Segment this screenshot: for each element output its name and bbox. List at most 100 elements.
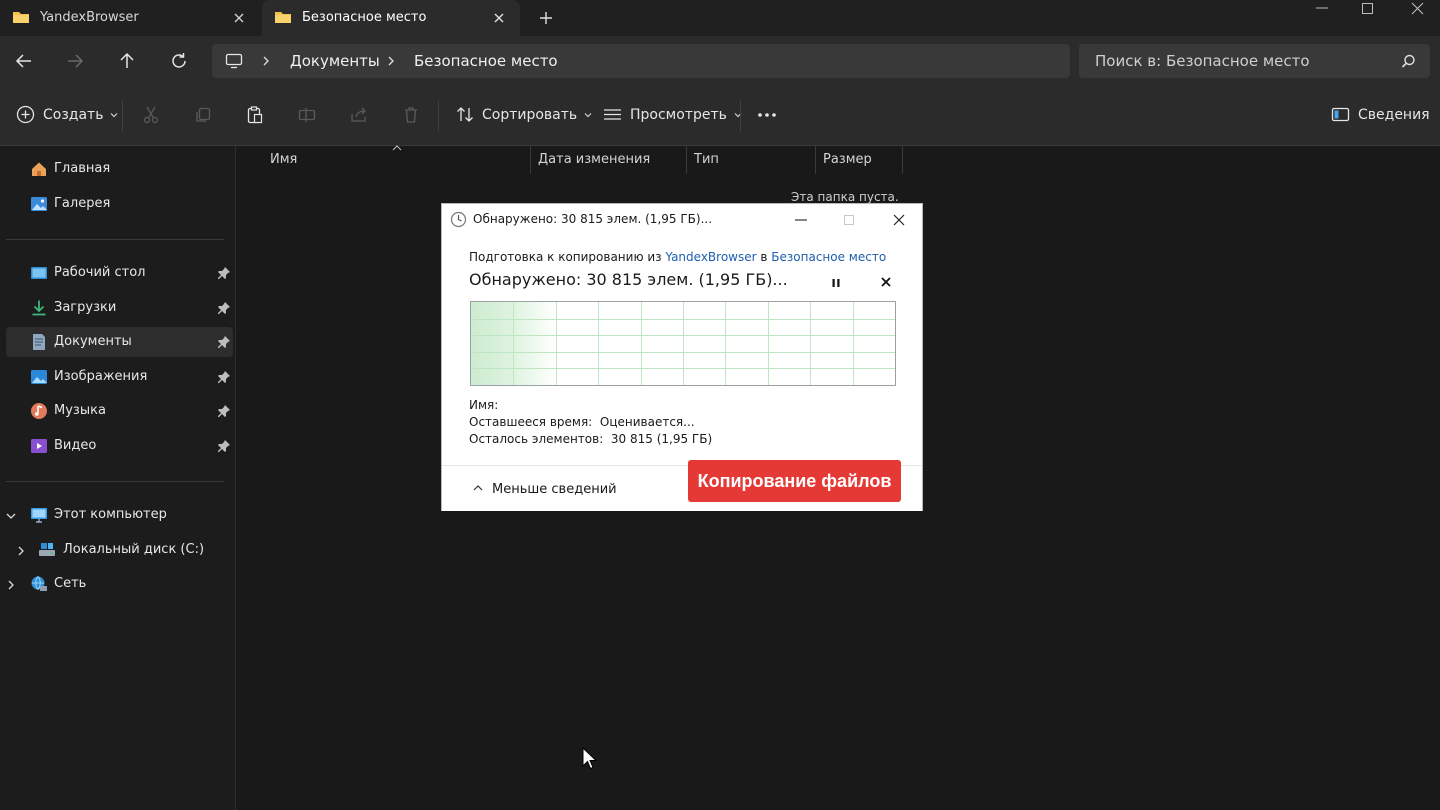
pin-icon[interactable]: [217, 404, 231, 418]
new-tab-icon[interactable]: [536, 8, 556, 28]
sidebar-item-documents[interactable]: Документы: [6, 327, 233, 357]
name-label: Имя:: [469, 398, 499, 412]
minimize-icon[interactable]: [793, 212, 809, 228]
pin-icon[interactable]: [217, 266, 231, 280]
chevron-down-icon[interactable]: [5, 510, 17, 522]
close-icon[interactable]: [891, 212, 907, 228]
chevron-right-icon[interactable]: [385, 55, 397, 67]
address-bar[interactable]: Документы Безопасное место: [212, 44, 1070, 78]
sidebar-item-label: Изображения: [54, 369, 148, 384]
search-placeholder[interactable]: Поиск в: Безопасное место: [1095, 52, 1310, 70]
tab-bezopasnoe-mesto[interactable]: Безопасное место: [262, 0, 520, 36]
breadcrumb-current[interactable]: Безопасное место: [414, 52, 558, 70]
less-details-button[interactable]: Меньше сведений: [472, 482, 617, 497]
cancel-icon[interactable]: [879, 275, 893, 289]
column-header-date[interactable]: Дата изменения: [538, 152, 650, 167]
navigation-row: Документы Безопасное место Поиск в: Безо…: [0, 36, 1440, 108]
column-divider[interactable]: [530, 146, 531, 174]
toolbar-divider: [740, 100, 741, 132]
sidebar-item-label: Галерея: [54, 196, 111, 211]
desktop-icon: [31, 267, 47, 279]
sidebar-item-home[interactable]: Главная: [6, 154, 233, 184]
dialog-titlebar[interactable]: Обнаружено: 30 815 элем. (1,95 ГБ)...: [442, 204, 922, 236]
destination-link[interactable]: Безопасное место: [771, 250, 886, 264]
pin-icon[interactable]: [217, 439, 231, 453]
search-icon[interactable]: [1401, 54, 1416, 69]
share-icon[interactable]: [349, 105, 369, 125]
sidebar-divider: [6, 481, 224, 482]
command-toolbar: Создать Сортировать Просмотреть Сведения: [0, 86, 1440, 146]
close-window-icon[interactable]: [1398, 0, 1438, 18]
paste-icon[interactable]: [245, 105, 265, 125]
column-header-type[interactable]: Тип: [694, 152, 719, 167]
create-label: Создать: [43, 106, 104, 123]
sidebar-item-video[interactable]: Видео: [6, 431, 233, 461]
copy-icon[interactable]: [193, 105, 213, 125]
sort-button[interactable]: Сортировать: [456, 105, 593, 124]
search-box[interactable]: Поиск в: Безопасное место: [1079, 44, 1430, 78]
view-button[interactable]: Просмотреть: [603, 105, 743, 124]
column-divider[interactable]: [686, 146, 687, 174]
more-options-icon[interactable]: [757, 105, 777, 125]
details-pane-button[interactable]: Сведения: [1331, 105, 1430, 124]
pictures-icon: [31, 370, 47, 384]
close-tab-icon[interactable]: [490, 9, 508, 27]
copy-status: Обнаружено: 30 815 элем. (1,95 ГБ)...: [469, 270, 788, 289]
transfer-speed-graph: [470, 301, 896, 386]
downloads-icon: [32, 300, 46, 316]
column-header-name[interactable]: Имя: [270, 152, 297, 167]
drive-icon: [39, 543, 55, 556]
time-value: Оценивается...: [599, 415, 695, 429]
column-header-size[interactable]: Размер: [823, 152, 872, 167]
close-tab-icon[interactable]: [230, 9, 248, 27]
sidebar-item-downloads[interactable]: Загрузки: [6, 293, 233, 323]
items-row: Осталось элементов: 30 815 (1,95 ГБ): [469, 432, 712, 446]
sidebar-item-label: Видео: [54, 438, 97, 453]
pin-icon[interactable]: [217, 335, 231, 349]
pin-icon[interactable]: [217, 301, 231, 315]
monitor-icon[interactable]: [225, 52, 243, 70]
maximize-icon[interactable]: [841, 212, 857, 228]
copy-files-badge: Копирование файлов: [688, 460, 901, 502]
plus-circle-icon: [16, 105, 35, 124]
sidebar-item-this-pc[interactable]: Этот компьютер: [6, 500, 233, 530]
home-icon: [32, 162, 46, 176]
breadcrumb-item[interactable]: Документы: [290, 52, 380, 70]
tab-bar: YandexBrowser Безопасное место: [0, 0, 1440, 36]
column-divider[interactable]: [902, 146, 903, 174]
chevron-up-icon: [473, 485, 483, 491]
forward-arrow-icon[interactable]: [64, 50, 86, 72]
minimize-icon[interactable]: [1302, 0, 1342, 18]
chevron-right-icon[interactable]: [15, 545, 27, 557]
tab-yandexbrowser[interactable]: YandexBrowser: [0, 0, 258, 36]
create-button[interactable]: Создать: [16, 105, 119, 124]
sidebar-item-local-disk[interactable]: Локальный диск (C:): [6, 535, 233, 565]
sidebar-item-pictures[interactable]: Изображения: [6, 362, 233, 392]
sidebar-item-music[interactable]: Музыка: [6, 396, 233, 426]
chevron-right-icon[interactable]: [5, 579, 17, 591]
copy-progress-dialog: Обнаружено: 30 815 элем. (1,95 ГБ)... По…: [441, 203, 923, 511]
up-arrow-icon[interactable]: [116, 50, 138, 72]
back-arrow-icon[interactable]: [13, 50, 35, 72]
sidebar-item-gallery[interactable]: Галерея: [6, 189, 233, 219]
cut-icon[interactable]: [141, 105, 161, 125]
tab-label: YandexBrowser: [40, 10, 139, 25]
column-divider[interactable]: [815, 146, 816, 174]
refresh-icon[interactable]: [168, 50, 190, 72]
rename-icon[interactable]: [297, 105, 317, 125]
mouse-cursor-icon: [582, 747, 598, 770]
source-link[interactable]: YandexBrowser: [665, 250, 756, 264]
sidebar-item-desktop[interactable]: Рабочий стол: [6, 258, 233, 288]
dialog-title: Обнаружено: 30 815 элем. (1,95 ГБ)...: [473, 212, 713, 226]
copy-description: Подготовка к копированию из YandexBrowse…: [469, 250, 886, 264]
pin-icon[interactable]: [217, 370, 231, 384]
maximize-icon[interactable]: [1348, 0, 1388, 18]
sidebar-item-label: Музыка: [54, 403, 106, 418]
chevron-right-icon[interactable]: [260, 55, 272, 67]
sort-ascending-icon: [392, 145, 402, 151]
sidebar-item-network[interactable]: Сеть: [6, 569, 233, 599]
sort-label: Сортировать: [482, 106, 578, 123]
chevron-down-icon: [111, 112, 118, 117]
pause-icon[interactable]: [829, 276, 843, 290]
delete-icon[interactable]: [401, 105, 421, 125]
